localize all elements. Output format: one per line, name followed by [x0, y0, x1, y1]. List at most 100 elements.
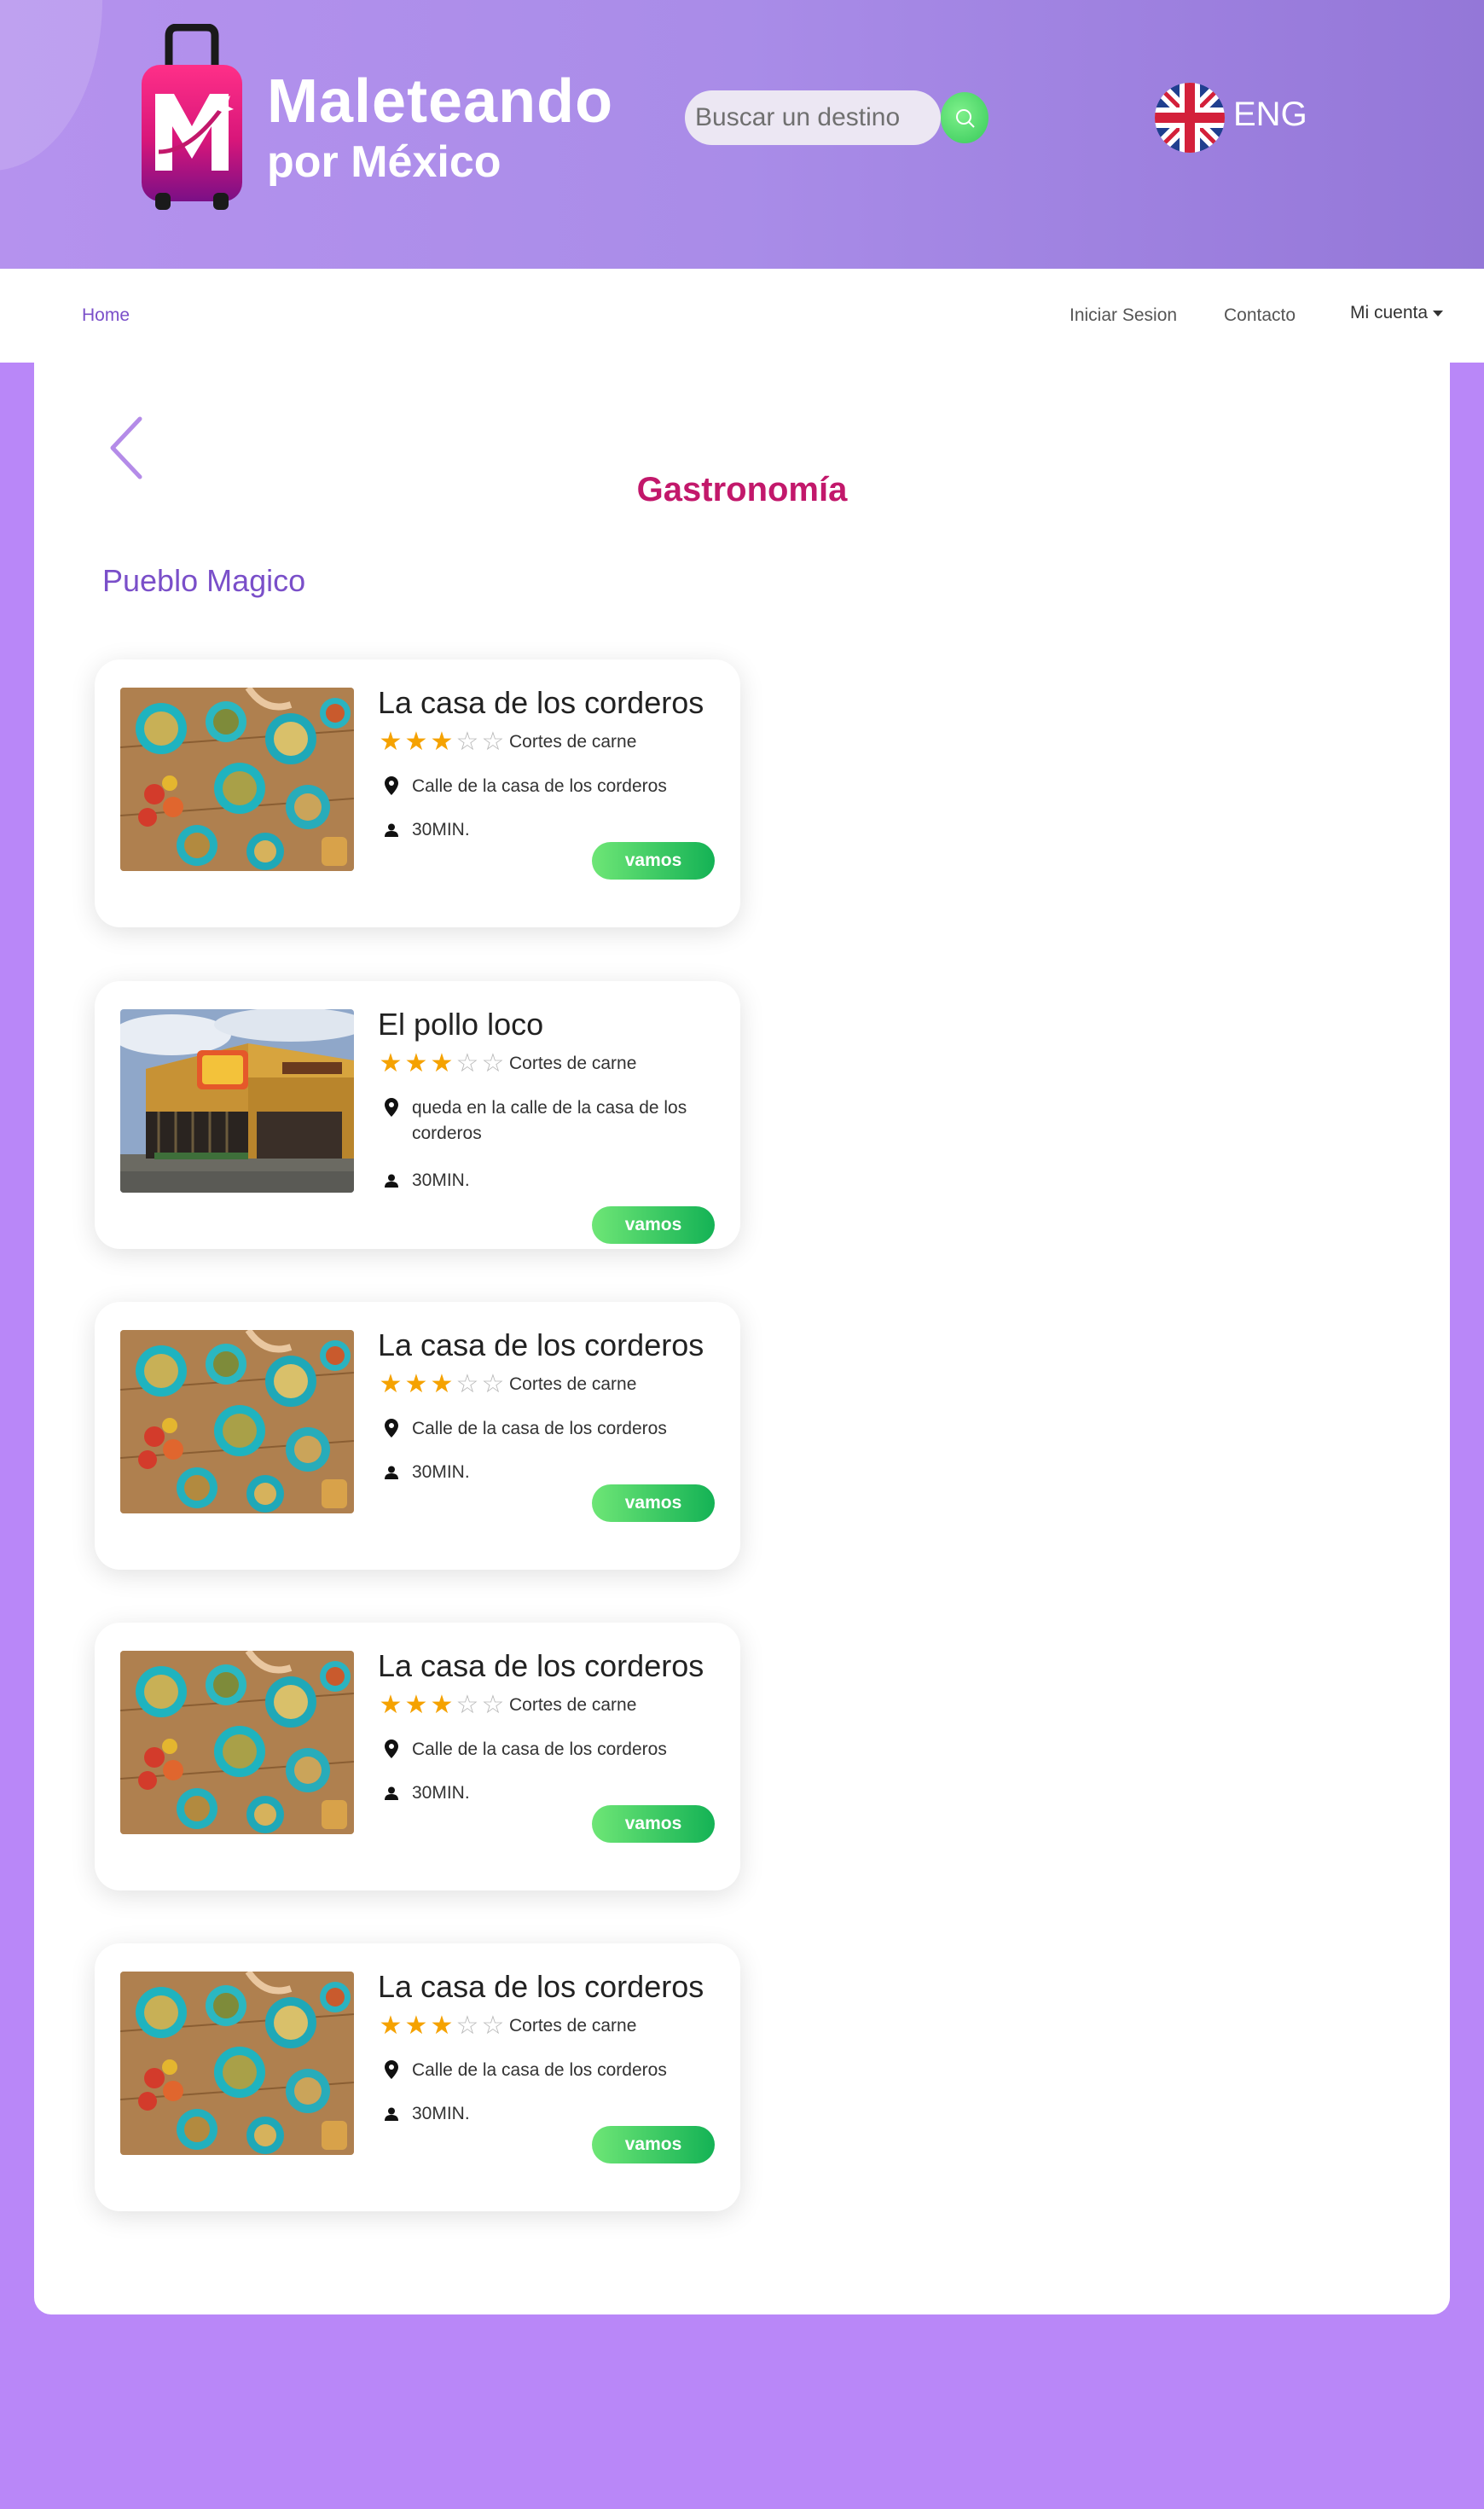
- star-filled-icon: ★: [404, 2012, 428, 2040]
- star-empty-icon: ☆: [455, 1049, 479, 1077]
- restaurant-name[interactable]: La casa de los corderos: [378, 1327, 704, 1363]
- restaurant-card[interactable]: La casa de los corderos ★ ★ ★ ☆ ☆ Cortes de c…: [95, 1943, 740, 2211]
- address-text: Calle de la casa de los corderos: [412, 2060, 667, 2080]
- person-icon: [385, 1786, 398, 1800]
- search-icon: [956, 109, 975, 128]
- star-filled-icon: ★: [379, 1049, 403, 1077]
- search-button[interactable]: [941, 92, 988, 143]
- brand-name: Maleteando: [267, 67, 614, 136]
- restaurant-image[interactable]: [120, 1972, 354, 2155]
- star-filled-icon: ★: [430, 1049, 454, 1077]
- rating-stars: ★ ★ ★ ☆ ☆ Cortes de carne: [378, 728, 637, 756]
- restaurant-address: Calle de la casa de los corderos: [385, 1416, 726, 1442]
- restaurant-image[interactable]: [120, 1651, 354, 1834]
- person-icon: [385, 1466, 398, 1479]
- restaurant-time: 30MIN.: [385, 2104, 470, 2124]
- address-text: Calle de la casa de los corderos: [412, 776, 667, 796]
- star-filled-icon: ★: [404, 1049, 428, 1077]
- restaurant-category: Cortes de carne: [509, 1695, 637, 1715]
- food-photo-icon: [120, 688, 354, 871]
- rating-stars: ★ ★ ★ ☆ ☆ Cortes de carne: [378, 2012, 637, 2040]
- nav-login-link[interactable]: Iniciar Sesion: [1070, 305, 1177, 326]
- food-photo-icon: [120, 1651, 354, 1834]
- star-empty-icon: ☆: [481, 1049, 505, 1077]
- star-filled-icon: ★: [404, 728, 428, 756]
- site-header: Maleteando por México ENG: [0, 0, 1484, 269]
- vamos-button[interactable]: vamos: [592, 2126, 715, 2163]
- restaurant-category: Cortes de carne: [509, 1374, 637, 1394]
- restaurant-image[interactable]: [120, 688, 354, 871]
- brand-subtitle: por México: [267, 137, 501, 187]
- restaurant-address: Calle de la casa de los corderos: [385, 774, 726, 799]
- restaurant-category: Cortes de carne: [509, 2016, 637, 2036]
- restaurant-name[interactable]: La casa de los corderos: [378, 1648, 704, 1684]
- location-pin-icon: [385, 776, 398, 795]
- star-filled-icon: ★: [430, 728, 454, 756]
- food-photo-icon: [120, 1972, 354, 2155]
- time-text: 30MIN.: [412, 2104, 470, 2123]
- restaurant-card[interactable]: El pollo loco ★ ★ ★ ☆ ☆ Cortes de carne queda…: [95, 981, 740, 1249]
- food-photo-icon: [120, 1330, 354, 1513]
- star-empty-icon: ☆: [455, 2012, 479, 2040]
- address-text: queda en la calle de la casa de los cord…: [412, 1098, 687, 1143]
- restaurant-time: 30MIN.: [385, 1462, 470, 1483]
- location-pin-icon: [385, 1098, 398, 1117]
- caret-down-icon: [1433, 310, 1444, 317]
- person-icon: [385, 1174, 398, 1188]
- section-title: Pueblo Magico: [102, 563, 306, 598]
- restaurant-name[interactable]: El pollo loco: [378, 1007, 543, 1043]
- restaurant-card[interactable]: La casa de los corderos ★ ★ ★ ☆ ☆ Cortes de c…: [95, 659, 740, 927]
- address-text: Calle de la casa de los corderos: [412, 1419, 667, 1438]
- nav-account-dropdown[interactable]: Mi cuenta: [1350, 303, 1444, 323]
- restaurant-image[interactable]: [120, 1009, 354, 1193]
- restaurant-card[interactable]: La casa de los corderos ★ ★ ★ ☆ ☆ Cortes de c…: [95, 1302, 740, 1570]
- star-empty-icon: ☆: [455, 1691, 479, 1719]
- vamos-button[interactable]: vamos: [592, 1484, 715, 1522]
- restaurant-card[interactable]: La casa de los corderos ★ ★ ★ ☆ ☆ Cortes de c…: [95, 1623, 740, 1890]
- time-text: 30MIN.: [412, 1462, 470, 1482]
- star-filled-icon: ★: [379, 1691, 403, 1719]
- restaurant-address: queda en la calle de la casa de los cord…: [385, 1095, 726, 1147]
- star-empty-icon: ☆: [455, 728, 479, 756]
- uk-flag-icon[interactable]: [1155, 83, 1225, 153]
- rating-stars: ★ ★ ★ ☆ ☆ Cortes de carne: [378, 1370, 637, 1398]
- header-decoration: [0, 0, 102, 171]
- nav-home-link[interactable]: Home: [82, 305, 130, 326]
- restaurant-time: 30MIN.: [385, 820, 470, 840]
- restaurant-photo-icon: [120, 1009, 354, 1193]
- restaurant-category: Cortes de carne: [509, 1054, 637, 1073]
- language-label[interactable]: ENG: [1233, 96, 1307, 134]
- restaurant-name[interactable]: La casa de los corderos: [378, 1969, 704, 2005]
- vamos-button[interactable]: vamos: [592, 1805, 715, 1843]
- star-filled-icon: ★: [379, 728, 403, 756]
- page-title: Gastronomía: [636, 471, 848, 508]
- time-text: 30MIN.: [412, 1783, 470, 1803]
- address-text: Calle de la casa de los corderos: [412, 1739, 667, 1759]
- star-filled-icon: ★: [404, 1370, 428, 1398]
- restaurant-name[interactable]: La casa de los corderos: [378, 685, 704, 721]
- vamos-button[interactable]: vamos: [592, 1206, 715, 1244]
- person-icon: [385, 2107, 398, 2121]
- star-empty-icon: ☆: [455, 1370, 479, 1398]
- content-panel: Gastronomía Pueblo Magico La casa de los…: [34, 363, 1450, 2314]
- rating-stars: ★ ★ ★ ☆ ☆ Cortes de carne: [378, 1691, 637, 1719]
- time-text: 30MIN.: [412, 820, 470, 839]
- star-empty-icon: ☆: [481, 728, 505, 756]
- star-filled-icon: ★: [379, 2012, 403, 2040]
- restaurant-address: Calle de la casa de los corderos: [385, 1737, 726, 1763]
- restaurant-address: Calle de la casa de los corderos: [385, 2058, 726, 2083]
- search-input[interactable]: [685, 90, 941, 145]
- rating-stars: ★ ★ ★ ☆ ☆ Cortes de carne: [378, 1049, 637, 1077]
- vamos-button[interactable]: vamos: [592, 842, 715, 880]
- star-filled-icon: ★: [430, 2012, 454, 2040]
- nav-contact-link[interactable]: Contacto: [1224, 305, 1296, 326]
- restaurant-time: 30MIN.: [385, 1783, 470, 1803]
- location-pin-icon: [385, 2060, 398, 2079]
- star-empty-icon: ☆: [481, 1370, 505, 1398]
- star-empty-icon: ☆: [481, 1691, 505, 1719]
- star-filled-icon: ★: [430, 1691, 454, 1719]
- star-filled-icon: ★: [379, 1370, 403, 1398]
- suitcase-logo-icon[interactable]: [138, 24, 246, 212]
- restaurant-image[interactable]: [120, 1330, 354, 1513]
- star-filled-icon: ★: [430, 1370, 454, 1398]
